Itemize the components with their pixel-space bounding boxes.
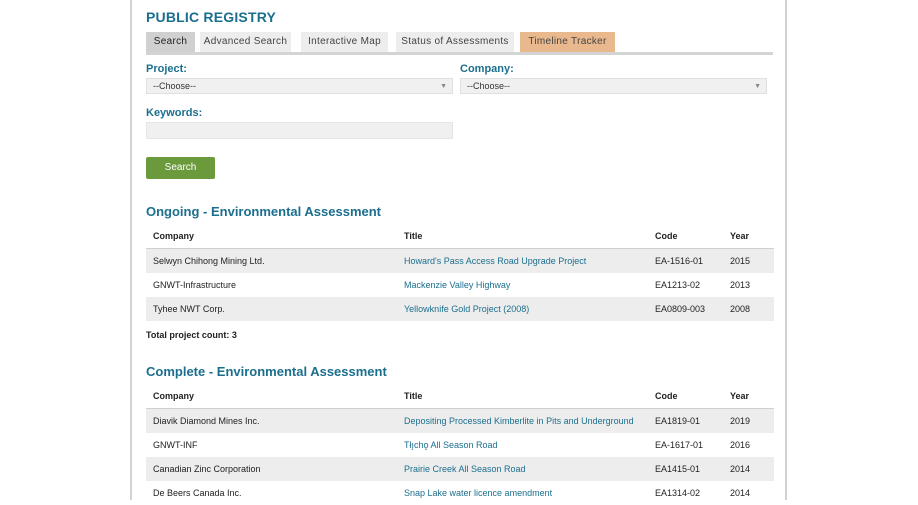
row-code: EA-1516-01 (648, 248, 723, 273)
tab-status-of-assessments[interactable]: Status of Assessments (396, 32, 514, 52)
column-header-title: Title (397, 384, 648, 409)
tab-interactive-map[interactable]: Interactive Map (301, 32, 388, 52)
table-row: GNWT-INF Tłı̨chǫ All Season Road EA-1617… (146, 433, 774, 457)
row-code: EA0809-003 (648, 297, 723, 321)
page-title: PUBLIC REGISTRY (146, 9, 277, 25)
column-header-company: Company (146, 384, 397, 409)
row-year: 2014 (730, 488, 751, 498)
row-year: 2008 (723, 297, 774, 321)
company-label: Company: (460, 63, 514, 75)
table-header-row: Company Title Code Year (146, 384, 774, 409)
tab-advanced-search[interactable]: Advanced Search (200, 32, 291, 52)
ongoing-table: Company Title Code Year Selwyn Chihong M… (146, 224, 774, 321)
row-company: Tyhee NWT Corp. (146, 297, 397, 321)
project-title-link[interactable]: Mackenzie Valley Highway (404, 280, 510, 290)
project-select-value: --Choose-- (153, 81, 197, 91)
table-row: Diavik Diamond Mines Inc. Depositing Pro… (146, 408, 774, 433)
project-title-link[interactable]: Yellowknife Gold Project (2008) (404, 304, 529, 314)
search-button[interactable]: Search (146, 157, 215, 179)
row-company: GNWT-INF (153, 440, 198, 450)
row-company: GNWT-Infrastructure (153, 280, 237, 290)
company-select-value: --Choose-- (467, 81, 511, 91)
tab-bar: Search Advanced Search Interactive Map S… (146, 32, 773, 55)
table-header-row: Company Title Code Year (146, 224, 774, 249)
column-header-company: Company (146, 224, 397, 249)
row-code: EA1819-01 (648, 408, 723, 433)
row-company: Diavik Diamond Mines Inc. (146, 408, 397, 433)
tab-search[interactable]: Search (146, 32, 195, 52)
tab-timeline-tracker[interactable]: Timeline Tracker (520, 32, 615, 52)
ongoing-heading: Ongoing - Environmental Assessment (146, 204, 382, 219)
complete-table: Company Title Code Year Diavik Diamond M… (146, 384, 774, 505)
column-header-code: Code (648, 384, 723, 409)
column-header-year: Year (723, 384, 774, 409)
project-title-link[interactable]: Tłı̨chǫ All Season Road (404, 440, 498, 450)
keywords-input[interactable] (146, 122, 453, 139)
project-count: Total project count: 3 (146, 330, 237, 340)
row-code: EA1314-02 (655, 488, 701, 498)
row-year: 2019 (723, 408, 774, 433)
row-company: Canadian Zinc Corporation (146, 457, 397, 481)
project-title-link[interactable]: Howard's Pass Access Road Upgrade Projec… (404, 256, 586, 266)
row-year: 2013 (730, 280, 751, 290)
complete-heading: Complete - Environmental Assessment (146, 364, 387, 379)
row-year: 2016 (730, 440, 751, 450)
table-row: Tyhee NWT Corp. Yellowknife Gold Project… (146, 297, 774, 321)
keywords-label: Keywords: (146, 107, 203, 119)
project-title-link[interactable]: Depositing Processed Kimberlite in Pits … (404, 416, 634, 426)
column-header-code: Code (648, 224, 723, 249)
project-label: Project: (146, 63, 187, 75)
table-row: De Beers Canada Inc. Snap Lake water lic… (146, 481, 774, 505)
table-row: Canadian Zinc Corporation Prairie Creek … (146, 457, 774, 481)
project-title-link[interactable]: Prairie Creek All Season Road (404, 464, 526, 474)
company-select[interactable]: --Choose-- ▼ (460, 78, 767, 94)
column-header-title: Title (397, 224, 648, 249)
chevron-down-icon: ▼ (440, 83, 447, 90)
row-code: EA-1617-01 (655, 440, 704, 450)
project-select[interactable]: --Choose-- ▼ (146, 78, 453, 94)
row-company: De Beers Canada Inc. (153, 488, 242, 498)
table-row: GNWT-Infrastructure Mackenzie Valley Hig… (146, 273, 774, 297)
row-company: Selwyn Chihong Mining Ltd. (146, 248, 397, 273)
row-year: 2014 (723, 457, 774, 481)
table-row: Selwyn Chihong Mining Ltd. Howard's Pass… (146, 248, 774, 273)
row-code: EA1213-02 (655, 280, 701, 290)
column-header-year: Year (723, 224, 774, 249)
project-title-link[interactable]: Snap Lake water licence amendment (404, 488, 552, 498)
row-year: 2015 (723, 248, 774, 273)
chevron-down-icon: ▼ (754, 83, 761, 90)
row-code: EA1415-01 (648, 457, 723, 481)
